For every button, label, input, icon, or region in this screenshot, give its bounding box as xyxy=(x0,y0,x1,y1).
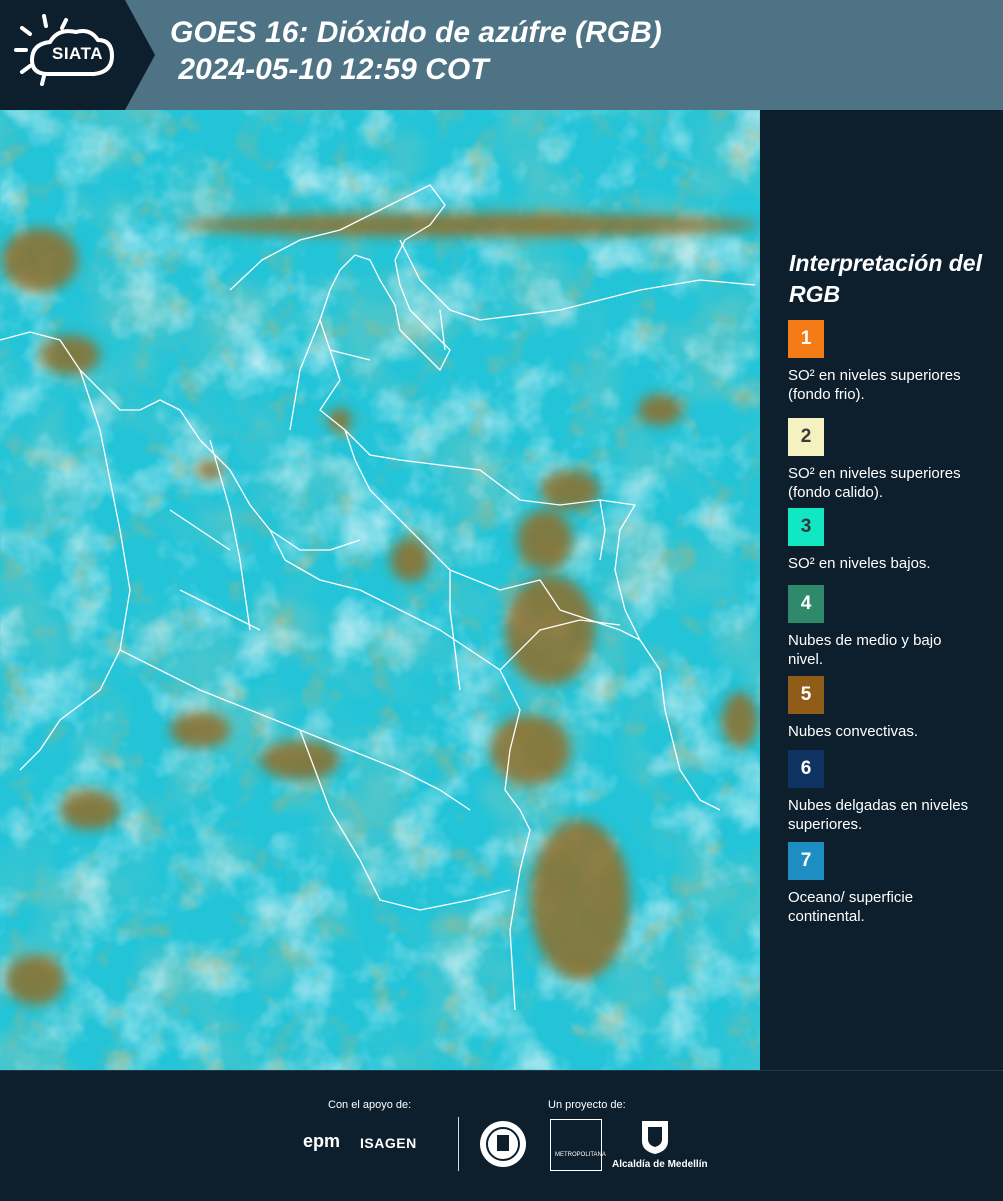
legend-label-3: SO² en niveles bajos. xyxy=(788,555,931,572)
legend-swatch-4: 4 xyxy=(788,585,824,623)
legend-panel: Interpretación del RGB 1 SO² en niveles … xyxy=(760,110,1003,1070)
area-metropolitana-text: METROPOLITANA xyxy=(555,1152,606,1158)
epm-logo[interactable]: epm xyxy=(303,1131,340,1152)
area-metropolitana-logo[interactable]: METROPOLITANA xyxy=(550,1119,606,1171)
legend-title: Interpretación del RGB xyxy=(789,250,982,307)
legend-label-6: Nubes delgadas en niveles superiores. xyxy=(788,797,969,833)
legend-swatch-7: 7 xyxy=(788,842,824,880)
header-bar: SIATA GOES 16: Dióxido de azúfre (RGB) 2… xyxy=(0,0,1003,110)
legend-swatch-5: 5 xyxy=(788,676,824,714)
legend-item-2: 2 SO² en niveles superiores (fondo calid… xyxy=(788,418,988,502)
isagen-logo[interactable]: ISAGEN xyxy=(360,1135,417,1151)
convective-texture xyxy=(0,110,760,1070)
legend-item-6: 6 Nubes delgadas en niveles superiores. xyxy=(788,750,988,834)
medellin-seal-icon[interactable] xyxy=(478,1119,528,1169)
logo-text: SIATA xyxy=(52,44,103,63)
legend-item-1: 1 SO² en niveles superiores (fondo frio)… xyxy=(788,320,988,404)
siata-logo[interactable]: SIATA xyxy=(0,0,155,110)
legend-swatch-3: 3 xyxy=(788,508,824,546)
legend-swatch-1: 1 xyxy=(788,320,824,358)
legend-label-7: Oceano/ superficie continental. xyxy=(788,889,914,925)
footer-divider xyxy=(458,1117,459,1171)
legend-item-7: 7 Oceano/ superficie continental. xyxy=(788,842,988,926)
legend-swatch-2: 2 xyxy=(788,418,824,456)
alcaldia-label: Alcaldía de Medellín xyxy=(612,1159,708,1170)
footer: Con el apoyo de: Un proyecto de: epm ISA… xyxy=(0,1070,1003,1201)
legend-swatch-6: 6 xyxy=(788,750,824,788)
legend-item-3: 3 SO² en niveles bajos. xyxy=(788,508,988,573)
alcaldia-shield-icon[interactable] xyxy=(640,1119,670,1155)
legend-label-2: SO² en niveles superiores (fondo calido)… xyxy=(788,465,961,501)
project-label: Un proyecto de: xyxy=(548,1099,626,1111)
legend-label-5: Nubes convectivas. xyxy=(788,723,919,740)
legend-label-4: Nubes de medio y bajo nivel. xyxy=(788,632,942,668)
legend-item-5: 5 Nubes convectivas. xyxy=(788,676,988,741)
satellite-map[interactable] xyxy=(0,110,760,1070)
satellite-image xyxy=(0,110,760,1070)
legend-item-4: 4 Nubes de medio y bajo nivel. xyxy=(788,585,988,669)
support-label: Con el apoyo de: xyxy=(328,1099,412,1111)
page-title: GOES 16: Dióxido de azúfre (RGB) 2024-05… xyxy=(170,16,662,86)
legend-label-1: SO² en niveles superiores (fondo frio). xyxy=(788,367,961,403)
